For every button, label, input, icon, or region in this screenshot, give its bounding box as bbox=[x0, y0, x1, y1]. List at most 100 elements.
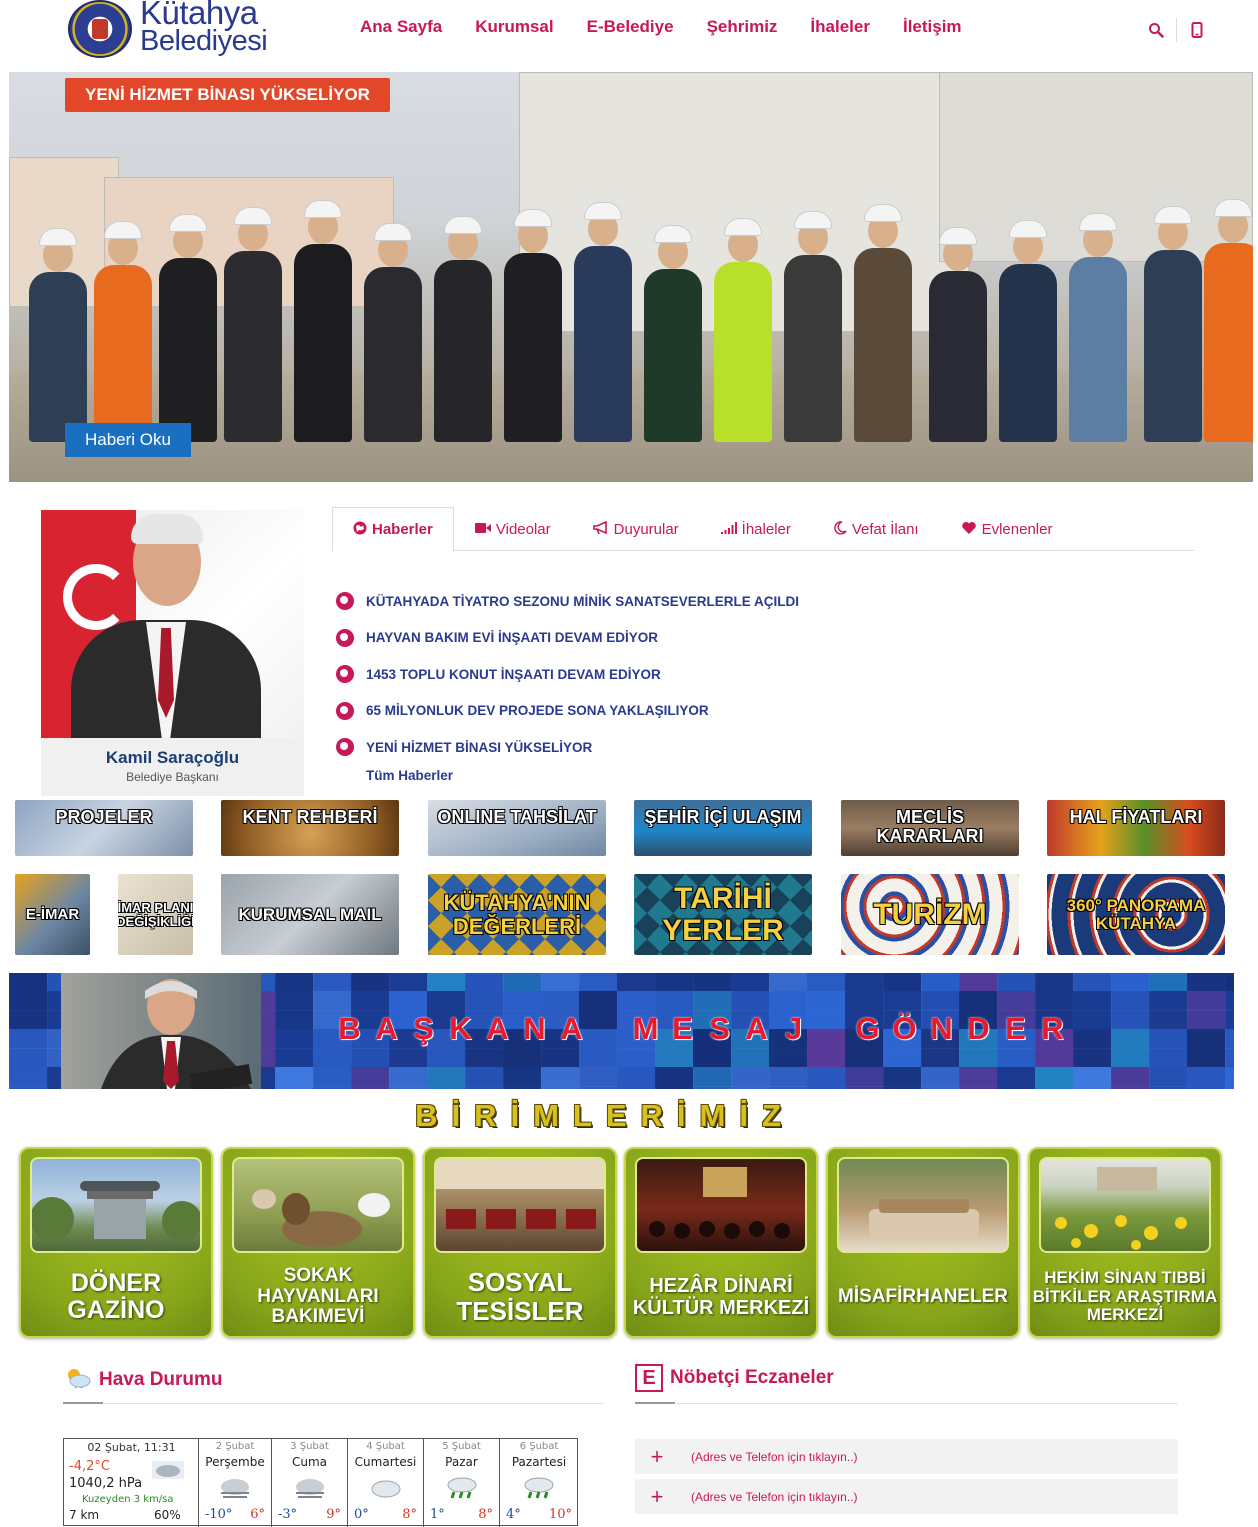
mayor-card[interactable]: Kamil Saraçoğlu Belediye Başkanı bbox=[41, 510, 304, 796]
cloud-icon bbox=[368, 1475, 404, 1501]
banner-tile bbox=[1225, 1067, 1234, 1089]
tab-label: Evlenenler bbox=[981, 520, 1053, 538]
banner-tile bbox=[807, 973, 845, 991]
plus-icon[interactable]: + bbox=[635, 1484, 679, 1510]
tile-label: KÜTAHYA'NIN DEĞERLERİ bbox=[443, 890, 591, 939]
nav-kurumsal[interactable]: Kurumsal bbox=[475, 17, 553, 37]
tile-projeler[interactable]: PROJELER bbox=[15, 800, 193, 856]
tab-ihaleler[interactable]: İhaleler bbox=[700, 507, 812, 551]
unit-card-misafirhaneler[interactable]: MİSAFİRHANELER bbox=[826, 1147, 1020, 1338]
news-item[interactable]: YENİ HİZMET BİNASI YÜKSELİYOR bbox=[336, 729, 799, 766]
weather-day-name: Cuma bbox=[291, 1455, 328, 1469]
news-item[interactable]: KÜTAHYADA TİYATRO SEZONU MİNİK SANATSEVE… bbox=[336, 583, 799, 620]
all-news-link[interactable]: Tüm Haberler bbox=[366, 768, 453, 783]
weather-widget[interactable]: 02 Şubat, 11:31 -4,2°C 1040,2 hPa Kuzeyd… bbox=[63, 1438, 578, 1527]
weather-day-date: 4 Şubat bbox=[366, 1441, 405, 1452]
weather-day-low: -3° bbox=[278, 1507, 298, 1522]
banner-tile bbox=[693, 973, 731, 991]
unit-label: SOSYAL TESİSLER bbox=[456, 1267, 584, 1326]
tile-meclis-kararlari[interactable]: MECLİS KARARLARI bbox=[841, 800, 1019, 856]
search-icon[interactable] bbox=[1146, 20, 1166, 40]
plus-icon[interactable]: + bbox=[635, 1444, 679, 1470]
weather-section-title: Hava Durumu bbox=[64, 1366, 223, 1394]
unit-card-hezar-dinari[interactable]: HEZÂR DİNARİ KÜLTÜR MERKEZİ bbox=[624, 1147, 818, 1338]
banner-tile bbox=[1073, 991, 1111, 1029]
banner-letter bbox=[590, 1011, 627, 1047]
banner-tile bbox=[617, 1067, 655, 1089]
hero-slider[interactable]: YENİ HİZMET BİNASI YÜKSELİYOR Haberi Oku bbox=[9, 72, 1253, 482]
header-icon-divider bbox=[1176, 18, 1177, 42]
banner-tile bbox=[275, 1067, 313, 1089]
read-news-button[interactable]: Haberi Oku bbox=[65, 423, 191, 457]
tile-kurumsal-mail[interactable]: KURUMSAL MAIL bbox=[221, 874, 399, 955]
tile-online-tahsilat[interactable]: ONLINE TAHSİLAT bbox=[428, 800, 606, 856]
weather-day-date: 5 Şubat bbox=[442, 1441, 481, 1452]
nav-iletisim[interactable]: İletişim bbox=[903, 17, 962, 37]
site-logo[interactable]: Kütahya Belediyesi bbox=[68, 0, 308, 60]
tab-evlenenler[interactable]: Evlenenler bbox=[940, 507, 1074, 551]
banner-tile bbox=[9, 991, 47, 1029]
unit-card-doner-gazino[interactable]: DÖNER GAZİNO bbox=[19, 1147, 213, 1338]
message-mayor-banner[interactable]: BAŞKANA MESAJ GÖNDER bbox=[9, 973, 1234, 1089]
banner-letter: E bbox=[672, 1011, 693, 1046]
banner-tile bbox=[1149, 973, 1187, 991]
tile-kutahyanin-degerleri[interactable]: KÜTAHYA'NIN DEĞERLERİ bbox=[428, 874, 606, 955]
tile-kent-rehberi[interactable]: KENT REHBERİ bbox=[221, 800, 399, 856]
banner-tile bbox=[351, 1067, 389, 1089]
tile-turizm[interactable]: TURİZM bbox=[841, 874, 1019, 955]
news-item[interactable]: HAYVAN BAKIM EVİ İNŞAATI DEVAM EDİYOR bbox=[336, 620, 799, 657]
hero-headline-badge[interactable]: YENİ HİZMET BİNASI YÜKSELİYOR bbox=[65, 78, 390, 112]
news-title: KÜTAHYADA TİYATRO SEZONU MİNİK SANATSEVE… bbox=[366, 593, 800, 609]
hard-hat-icon bbox=[444, 216, 482, 234]
mobile-icon[interactable] bbox=[1187, 20, 1207, 40]
unit-card-hekim-sinan[interactable]: HEKİM SİNAN TIBBİ BİTKİLER ARAŞTIRMA MER… bbox=[1028, 1147, 1222, 1338]
hero-person bbox=[364, 223, 422, 442]
tab-videolar[interactable]: Videolar bbox=[454, 507, 572, 551]
nav-sehrimiz[interactable]: Şehrimiz bbox=[707, 17, 778, 37]
nav-ana-sayfa[interactable]: Ana Sayfa bbox=[360, 17, 442, 37]
unit-card-sokak-hayvanlari[interactable]: SOKAK HAYVANLARI BAKIMEVİ bbox=[221, 1147, 415, 1338]
banner-tile bbox=[1187, 1029, 1225, 1067]
banner-tile bbox=[731, 973, 769, 991]
news-item[interactable]: 1453 TOPLU KONUT İNŞAATI DEVAM EDİYOR bbox=[336, 656, 799, 693]
hard-hat-icon bbox=[304, 200, 342, 218]
pharmacy-row[interactable]: + (Adres ve Telefon için tıklayın..) bbox=[635, 1479, 1178, 1514]
mayor-name[interactable]: Kamil Saraçoğlu bbox=[41, 748, 304, 768]
tab-vefat-ilani[interactable]: Vefat İlanı bbox=[812, 507, 940, 551]
tab-haberler[interactable]: Haberler bbox=[332, 507, 454, 552]
pharmacy-section-title: E Nöbetçi Eczaneler bbox=[635, 1364, 834, 1392]
tab-label: Duyurular bbox=[613, 520, 679, 538]
globe-icon bbox=[336, 738, 354, 757]
hard-hat-icon bbox=[1154, 206, 1192, 224]
unit-card-sosyal-tesisler[interactable]: SOSYAL TESİSLER bbox=[423, 1147, 617, 1338]
tile-sehir-ici-ulasim[interactable]: ŞEHİR İÇİ ULAŞIM bbox=[634, 800, 812, 856]
tile-hal-fiyatlari[interactable]: HAL FİYATLARI bbox=[1047, 800, 1225, 856]
hard-hat-icon bbox=[374, 223, 412, 241]
nav-ihaleler[interactable]: İhaleler bbox=[810, 17, 870, 37]
banner-tile bbox=[275, 991, 313, 1029]
banner-tile bbox=[9, 1029, 47, 1067]
weather-day-date: 6 Şubat bbox=[519, 1441, 559, 1452]
banner-tile bbox=[427, 973, 465, 991]
tile-360-panorama[interactable]: 360° PANORAMA KÜTAHYA bbox=[1047, 874, 1225, 955]
hero-person bbox=[1204, 199, 1253, 442]
weather-day-name: Perşembe bbox=[205, 1455, 265, 1469]
tile-imar-plani-degisikligi[interactable]: İMAR PLANI DEĞİŞİKLİĞİ bbox=[118, 874, 193, 955]
heart-icon bbox=[961, 521, 977, 538]
banner-tile bbox=[845, 1067, 883, 1089]
banner-letter: A bbox=[745, 1011, 768, 1046]
weather-day: 6 Şubat Pazartesi 4° 10° bbox=[500, 1439, 578, 1527]
banner-tile bbox=[541, 973, 579, 991]
news-item[interactable]: 65 MİLYONLUK DEV PROJEDE SONA YAKLAŞILIY… bbox=[336, 693, 799, 730]
banner-tile bbox=[1187, 991, 1225, 1029]
nav-e-belediye[interactable]: E-Belediye bbox=[587, 17, 674, 37]
tab-duyurular[interactable]: Duyurular bbox=[572, 507, 700, 551]
header-icons bbox=[1146, 18, 1207, 42]
weather-day-name: Pazartesi bbox=[511, 1455, 567, 1469]
weather-current: 02 Şubat, 11:31 -4,2°C 1040,2 hPa Kuzeyd… bbox=[64, 1439, 199, 1527]
moon-icon bbox=[833, 520, 847, 538]
banner-tile bbox=[1187, 1067, 1225, 1089]
tile-e-imar[interactable]: E-İMAR bbox=[15, 874, 90, 955]
tile-tarihi-yerler[interactable]: TARİHİ YERLER bbox=[634, 874, 812, 955]
pharmacy-row[interactable]: + (Adres ve Telefon için tıklayın..) bbox=[635, 1439, 1178, 1474]
